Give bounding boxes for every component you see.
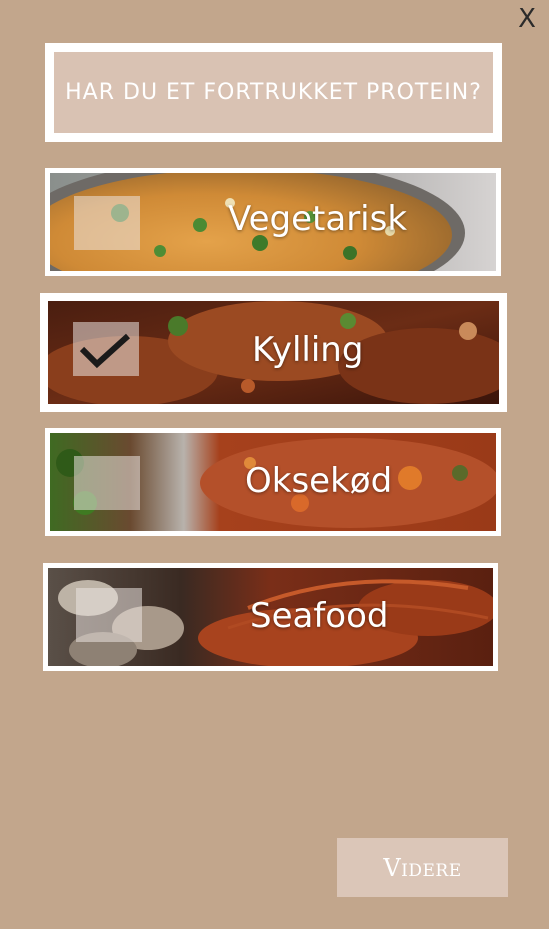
option-checkbox[interactable]	[76, 588, 142, 642]
option-checkbox[interactable]	[73, 322, 139, 376]
vegetarian-curry-photo: Vegetarisk	[50, 173, 496, 271]
question-title: HAR DU ET FORTRUKKET PROTEIN?	[65, 80, 482, 105]
beef-stew-photo: Oksekød	[50, 433, 496, 531]
option-label: Vegetarisk	[228, 199, 408, 239]
option-label: Oksekød	[245, 461, 393, 501]
option-vegetarisk[interactable]: Vegetarisk	[45, 168, 501, 276]
question-banner-fill: HAR DU ET FORTRUKKET PROTEIN?	[54, 52, 493, 133]
chicken-photo: Kylling	[48, 301, 499, 404]
option-kylling[interactable]: Kylling	[40, 293, 507, 412]
option-label: Kylling	[252, 330, 364, 370]
next-button[interactable]: Videre	[337, 838, 508, 897]
option-checkbox[interactable]	[74, 196, 140, 250]
option-seafood[interactable]: Seafood	[43, 563, 498, 671]
close-icon: X	[518, 4, 536, 34]
option-checkbox[interactable]	[74, 456, 140, 510]
option-label: Seafood	[250, 596, 389, 636]
checkmark-icon	[79, 333, 131, 369]
question-banner: HAR DU ET FORTRUKKET PROTEIN?	[45, 43, 502, 142]
seafood-photo: Seafood	[48, 568, 493, 666]
close-button[interactable]: X	[512, 2, 542, 36]
option-oksekod[interactable]: Oksekød	[45, 428, 501, 536]
